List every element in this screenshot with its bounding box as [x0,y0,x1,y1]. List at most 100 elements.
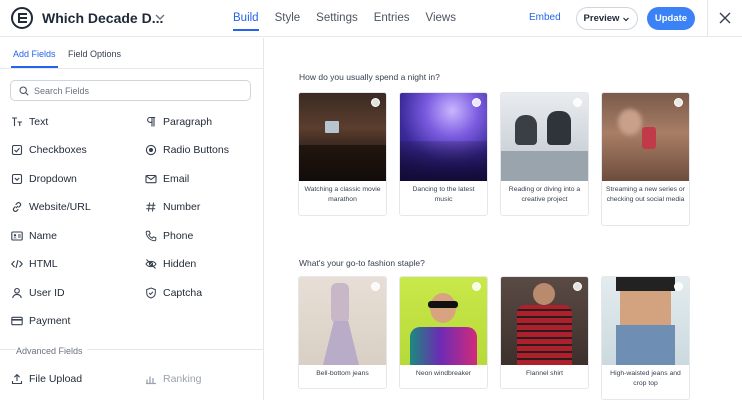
hash-icon [146,202,156,212]
tab-add-fields[interactable]: Add Fields [11,49,58,68]
option-card[interactable]: Streaming a new series or checking out s… [601,92,690,226]
chevron-down-icon[interactable] [154,11,166,23]
advanced-fields-heading: Advanced Fields [16,346,87,356]
option-card[interactable]: High-waisted jeans and crop top [601,276,690,400]
option-radio[interactable] [674,98,683,107]
field-ranking[interactable]: Ranking [145,371,202,387]
option-radio[interactable] [371,98,380,107]
streaming-series-image [602,93,689,181]
field-file-upload[interactable]: File Upload [11,371,82,387]
tab-field-options[interactable]: Field Options [68,49,121,59]
field-label: Website/URL [29,201,91,213]
field-email[interactable]: Email [145,171,189,187]
dancing-crowd-image [400,93,487,181]
sidebar: Add Fields Field Options Text Checkboxes… [0,38,264,400]
shield-icon [146,287,156,299]
field-payment[interactable]: Payment [11,313,70,329]
creative-project-image [501,93,588,181]
option-caption: High-waisted jeans and crop top [610,370,681,387]
code-icon [11,259,23,269]
option-radio[interactable] [674,282,683,291]
question-label[interactable]: What's your go-to fashion staple? [299,258,425,268]
field-text[interactable]: Text [11,114,48,130]
field-label: Ranking [163,373,202,385]
form-title[interactable]: Which Decade D... [42,10,163,26]
field-radio-buttons[interactable]: Radio Buttons [145,142,229,158]
field-hidden[interactable]: Hidden [145,256,196,272]
option-card[interactable]: Flannel shirt [500,276,589,389]
option-card[interactable]: Neon windbreaker [399,276,488,389]
option-radio[interactable] [573,282,582,291]
field-label: Checkboxes [29,144,87,156]
dropdown-icon [11,173,23,185]
option-caption: Streaming a new series or checking out s… [606,186,685,203]
option-caption: Neon windbreaker [415,370,472,377]
field-paragraph[interactable]: Paragraph [145,114,212,130]
chevron-down-icon [623,17,630,21]
option-card[interactable]: Reading or diving into a creative projec… [500,92,589,216]
nav-views[interactable]: Views [426,0,456,37]
link-icon [12,202,22,212]
option-caption: Flannel shirt [525,370,564,377]
field-website[interactable]: Website/URL [11,199,91,215]
email-icon [145,174,157,184]
option-card[interactable]: Bell-bottom jeans [298,276,387,389]
field-label: Payment [29,315,71,327]
sidebar-tabs: Add Fields Field Options [0,38,264,69]
option-radio[interactable] [472,98,481,107]
id-card-icon [11,231,23,241]
nav-style[interactable]: Style [275,0,301,37]
field-label: Text [29,116,49,128]
field-label: Dropdown [29,173,77,185]
field-html[interactable]: HTML [11,256,58,272]
field-label: Name [29,230,58,242]
field-checkboxes[interactable]: Checkboxes [11,142,87,158]
field-label: Email [163,173,190,185]
field-label: Hidden [163,258,197,270]
field-dropdown[interactable]: Dropdown [11,171,77,187]
field-label: User ID [29,287,65,299]
field-phone[interactable]: Phone [145,228,193,244]
eye-off-icon [145,259,157,269]
crop-top-image [602,277,689,365]
checkbox-icon [11,144,23,156]
embed-link[interactable]: Embed [529,12,561,23]
nav-entries[interactable]: Entries [374,0,410,37]
app-logo-icon[interactable] [11,7,33,29]
update-button[interactable]: Update [647,7,695,30]
nav-build[interactable]: Build [233,0,259,37]
option-radio[interactable] [371,282,380,291]
movie-marathon-image [299,93,386,181]
option-caption: Bell-bottom jeans [316,370,369,377]
field-name[interactable]: Name [11,228,57,244]
nav-settings[interactable]: Settings [316,0,358,37]
search-box [10,80,251,101]
paragraph-icon [147,116,156,127]
field-captcha[interactable]: Captcha [145,285,202,301]
bell-bottom-jeans-image [299,277,386,365]
option-caption: Reading or diving into a creative projec… [508,186,581,203]
close-icon[interactable] [718,11,732,25]
option-caption: Watching a classic movie marathon [304,186,381,203]
question-label[interactable]: How do you usually spend a night in? [299,72,440,82]
option-caption: Dancing to the latest music [412,186,475,203]
main-nav: Build Style Settings Entries Views [233,0,472,37]
neon-windbreaker-image [400,277,487,365]
option-card[interactable]: Dancing to the latest music [399,92,488,216]
option-radio[interactable] [573,98,582,107]
search-input[interactable] [34,84,244,98]
field-label: Captcha [163,287,203,299]
field-number[interactable]: Number [145,199,200,215]
text-icon [12,117,22,126]
flannel-shirt-image [501,277,588,365]
option-card[interactable]: Watching a classic movie marathon [298,92,387,216]
option-radio[interactable] [472,282,481,291]
top-bar: Which Decade D... Build Style Settings E… [0,0,742,37]
preview-button[interactable]: Preview [576,7,638,30]
field-label: Paragraph [163,116,213,128]
field-label: Phone [163,230,194,242]
user-icon [12,287,22,299]
field-label: Number [163,201,201,213]
field-user-id[interactable]: User ID [11,285,65,301]
phone-icon [145,230,157,242]
